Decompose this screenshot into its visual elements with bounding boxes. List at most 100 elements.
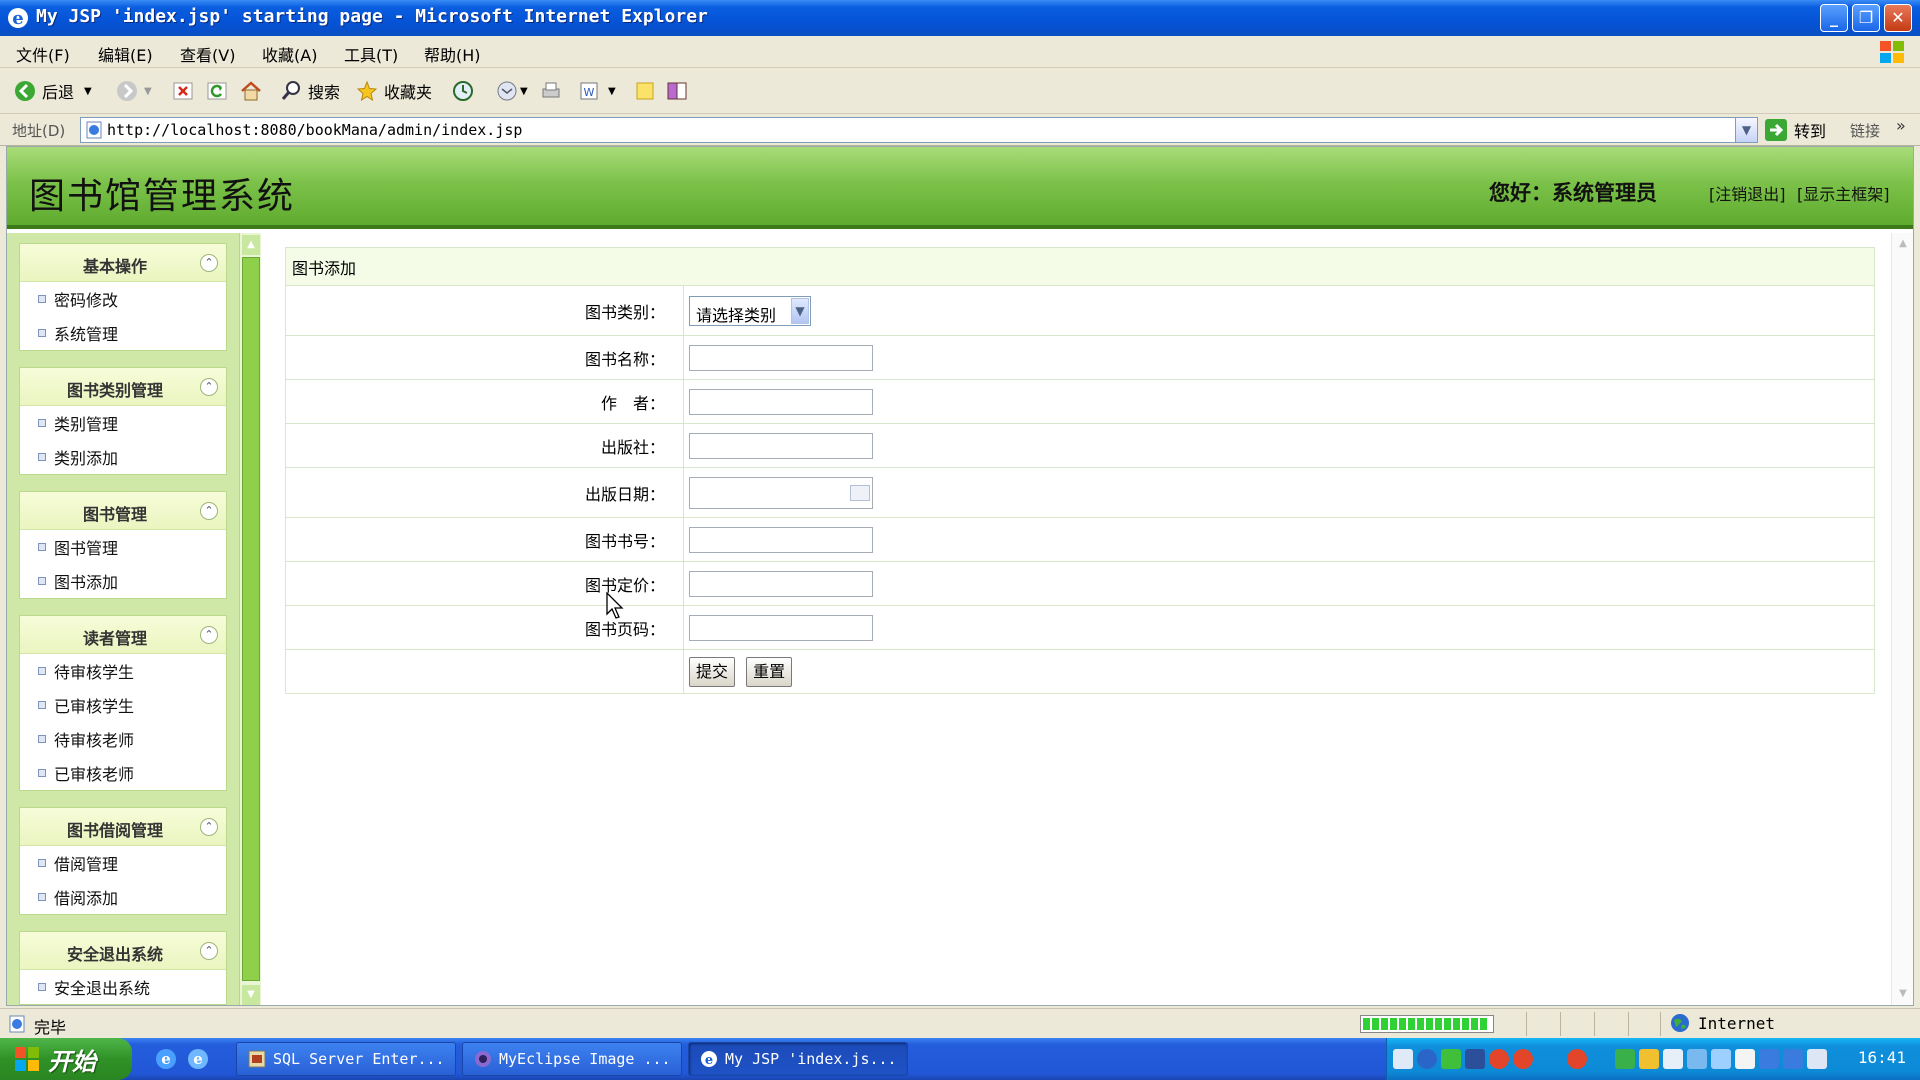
sidebar-item-book-manage[interactable]: 图书管理 [20, 530, 226, 564]
show-main-frame-link[interactable]: [显示主框架] [1797, 181, 1890, 205]
chevron-down-icon[interactable]: ▼ [791, 297, 809, 324]
menu-view[interactable]: 查看(V) [180, 42, 235, 66]
price-input[interactable] [689, 570, 873, 597]
page-count-input[interactable] [689, 614, 873, 641]
qq-icon[interactable] [1567, 1049, 1587, 1069]
scroll-up-icon[interactable]: ▲ [242, 235, 260, 255]
forward-button[interactable]: ▼ [116, 79, 152, 103]
sidebar-item-category-manage[interactable]: 类别管理 [20, 406, 226, 440]
panel-header[interactable]: 读者管理 ⌃ [20, 616, 226, 654]
sidebar-item-book-add[interactable]: 图书添加 [20, 564, 226, 598]
mail-button[interactable]: ▼ [496, 79, 528, 103]
display-icon[interactable] [1807, 1049, 1827, 1069]
scroll-down-icon[interactable]: ▼ [242, 985, 260, 1005]
sidebar-scrollbar[interactable]: ▲ ▼ [239, 233, 261, 1005]
discuss-button[interactable] [634, 79, 656, 103]
menu-tools[interactable]: 工具(T) [344, 42, 398, 66]
edit-button[interactable]: W ▼ [578, 79, 616, 103]
page-scrollbar[interactable]: ▲ ▼ [1891, 233, 1913, 1005]
menu-file[interactable]: 文件(F) [16, 42, 70, 66]
book-name-input[interactable] [689, 344, 873, 371]
address-input[interactable]: http://localhost:8080/bookMana/admin/ind… [80, 117, 1758, 143]
collapse-icon[interactable]: ⌃ [200, 626, 218, 644]
scroll-down-icon[interactable]: ▼ [1894, 985, 1912, 1003]
tray-app-icon[interactable] [1711, 1049, 1731, 1069]
tray-app-icon[interactable] [1663, 1049, 1683, 1069]
sidebar-item-approved-students[interactable]: 已审核学生 [20, 688, 226, 722]
print-button[interactable] [540, 79, 562, 103]
tray-app-icon[interactable] [1735, 1049, 1755, 1069]
research-button[interactable] [666, 79, 688, 103]
sidebar-item-safe-exit[interactable]: 安全退出系统 [20, 970, 226, 1004]
links-label[interactable]: 链接 [1850, 120, 1880, 141]
edit-dropdown-icon[interactable]: ▼ [608, 86, 616, 97]
search-button[interactable]: 搜索 [280, 79, 340, 103]
address-dropdown-icon[interactable]: ▼ [1735, 118, 1757, 142]
mail-dropdown-icon[interactable]: ▼ [520, 86, 528, 97]
taskbar-item-sql-server[interactable]: SQL Server Enter... [236, 1042, 456, 1076]
shield-icon[interactable] [1759, 1049, 1779, 1069]
collapse-icon[interactable]: ⌃ [200, 254, 218, 272]
back-dropdown-icon[interactable]: ▼ [84, 86, 92, 97]
collapse-icon[interactable]: ⌃ [200, 942, 218, 960]
minimize-button[interactable]: _ [1820, 4, 1848, 32]
keyboard-icon[interactable] [1393, 1049, 1413, 1069]
menu-favorites[interactable]: 收藏(A) [262, 42, 317, 66]
window-title-bar[interactable]: e My JSP 'index.jsp' starting page - Mic… [0, 0, 1920, 36]
tray-app-icon[interactable] [1639, 1049, 1659, 1069]
home-button[interactable] [240, 79, 262, 103]
chevron-left-icon[interactable] [1417, 1049, 1437, 1069]
go-button[interactable]: 转到 [1764, 118, 1826, 142]
panel-header[interactable]: 安全退出系统 ⌃ [20, 932, 226, 970]
taskbar-item-ie[interactable]: e My JSP 'index.js... [688, 1042, 908, 1076]
sidebar-item-pending-students[interactable]: 待审核学生 [20, 654, 226, 688]
publish-date-input[interactable] [689, 476, 873, 509]
author-input[interactable] [689, 388, 873, 415]
panel-header[interactable]: 图书类别管理 ⌃ [20, 368, 226, 406]
sidebar-item-pending-teachers[interactable]: 待审核老师 [20, 722, 226, 756]
chevron-right-icon[interactable]: » [1896, 116, 1906, 135]
shield-icon[interactable] [1783, 1049, 1803, 1069]
stop-button[interactable] [172, 79, 194, 103]
collapse-icon[interactable]: ⌃ [200, 378, 218, 396]
menu-edit[interactable]: 编辑(E) [98, 42, 153, 66]
category-select[interactable]: 请选择类别 ▼ [689, 295, 811, 326]
calendar-icon[interactable] [850, 484, 870, 501]
collapse-icon[interactable]: ⌃ [200, 502, 218, 520]
restore-button[interactable]: ❐ [1852, 4, 1880, 32]
security-zone[interactable]: Internet [1670, 1013, 1775, 1033]
favorites-button[interactable]: 收藏夹 [356, 79, 432, 103]
sidebar-item-approved-teachers[interactable]: 已审核老师 [20, 756, 226, 790]
collapse-icon[interactable]: ⌃ [200, 818, 218, 836]
panel-header[interactable]: 图书借阅管理 ⌃ [20, 808, 226, 846]
forward-dropdown-icon[interactable]: ▼ [144, 86, 152, 97]
logout-link[interactable]: [注销退出] [1709, 181, 1786, 205]
tray-app-icon[interactable] [1687, 1049, 1707, 1069]
reset-button[interactable]: 重置 [746, 656, 793, 687]
taskbar-item-myeclipse[interactable]: MyEclipse Image ... [462, 1042, 682, 1076]
panel-header[interactable]: 图书管理 ⌃ [20, 492, 226, 530]
menu-help[interactable]: 帮助(H) [424, 42, 481, 66]
sidebar-item-borrow-manage[interactable]: 借阅管理 [20, 846, 226, 880]
start-button[interactable]: 开始 [0, 1038, 132, 1080]
back-button[interactable]: 后退 ▼ [14, 79, 92, 103]
scroll-thumb[interactable] [242, 257, 260, 981]
qq-icon[interactable] [1513, 1049, 1533, 1069]
close-button[interactable]: ✕ [1884, 4, 1912, 32]
tray-app-icon[interactable] [1615, 1049, 1635, 1069]
ie-quicklaunch-icon[interactable]: e [154, 1047, 178, 1071]
ie-quicklaunch-icon[interactable]: e [186, 1047, 210, 1071]
sidebar-item-borrow-add[interactable]: 借阅添加 [20, 880, 226, 914]
submit-button[interactable]: 提交 [689, 656, 736, 687]
refresh-button[interactable] [206, 79, 228, 103]
history-button[interactable] [452, 79, 474, 103]
sidebar-item-password[interactable]: 密码修改 [20, 282, 226, 316]
publisher-input[interactable] [689, 432, 873, 459]
sidebar-item-category-add[interactable]: 类别添加 [20, 440, 226, 474]
sidebar-item-system[interactable]: 系统管理 [20, 316, 226, 350]
network-icon[interactable] [1465, 1049, 1485, 1069]
isbn-input[interactable] [689, 526, 873, 553]
panel-header[interactable]: 基本操作 ⌃ [20, 244, 226, 282]
qq-icon[interactable] [1489, 1049, 1509, 1069]
scroll-up-icon[interactable]: ▲ [1894, 235, 1912, 253]
